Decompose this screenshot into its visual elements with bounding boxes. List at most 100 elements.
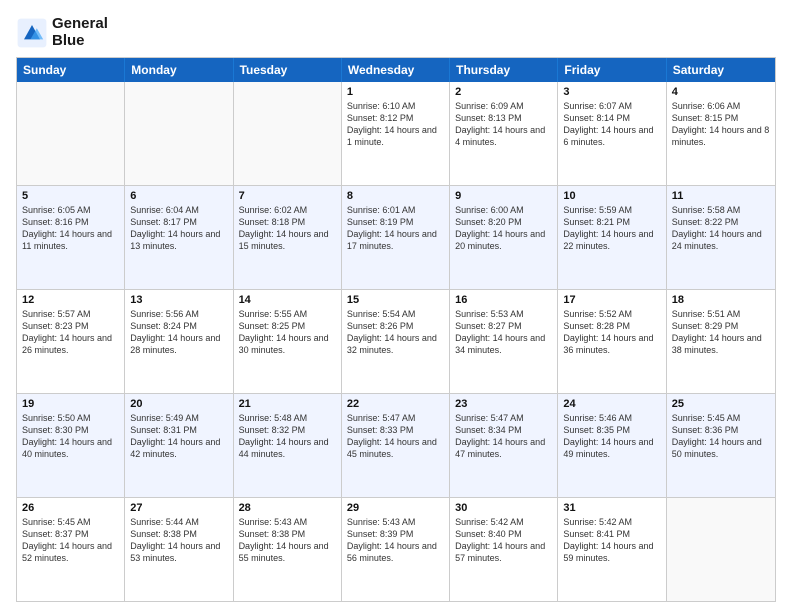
day-number: 31 (563, 502, 660, 514)
day-info: Sunrise: 5:45 AM Sunset: 8:37 PM Dayligh… (22, 516, 119, 565)
day-cell-6: 6Sunrise: 6:04 AM Sunset: 8:17 PM Daylig… (125, 186, 233, 289)
weekday-header-saturday: Saturday (667, 58, 775, 82)
day-number: 14 (239, 294, 336, 306)
day-number: 11 (672, 190, 770, 202)
day-number: 12 (22, 294, 119, 306)
day-info: Sunrise: 6:06 AM Sunset: 8:15 PM Dayligh… (672, 100, 770, 149)
calendar-row-4: 26 Sunrise: 5:45 AM Sunset: 8:37 PM Dayli… (17, 498, 775, 601)
weekday-header-thursday: Thursday (450, 58, 558, 82)
day-info: Sunrise: 5:42 AM Sunset: 8:40 PM Dayligh… (455, 516, 552, 565)
day-cell-19: 19 Sunrise: 5:50 AM Sunset: 8:30 PM Dayli… (17, 394, 125, 497)
day-number: 30 (455, 502, 552, 514)
empty-cell-0-0 (17, 82, 125, 185)
day-cell-18: 18 Sunrise: 5:51 AM Sunset: 8:29 PM Dayli… (667, 290, 775, 393)
day-info: Sunrise: 5:49 AM Sunset: 8:31 PM Dayligh… (130, 412, 227, 461)
day-info: Sunrise: 5:57 AM Sunset: 8:23 PM Dayligh… (22, 308, 119, 357)
day-cell-1: 1Sunrise: 6:10 AM Sunset: 8:12 PM Daylig… (342, 82, 450, 185)
day-cell-21: 21 Sunrise: 5:48 AM Sunset: 8:32 PM Dayli… (234, 394, 342, 497)
weekday-header-tuesday: Tuesday (234, 58, 342, 82)
day-info: Sunrise: 5:46 AM Sunset: 8:35 PM Dayligh… (563, 412, 660, 461)
page-header: GeneralBlue (16, 16, 776, 49)
day-number: 16 (455, 294, 552, 306)
weekday-header-friday: Friday (558, 58, 666, 82)
day-info: Sunrise: 5:47 AM Sunset: 8:33 PM Dayligh… (347, 412, 444, 461)
day-cell-24: 24 Sunrise: 5:46 AM Sunset: 8:35 PM Dayli… (558, 394, 666, 497)
day-info: Sunrise: 5:58 AM Sunset: 8:22 PM Dayligh… (672, 204, 770, 253)
day-info: Sunrise: 5:43 AM Sunset: 8:38 PM Dayligh… (239, 516, 336, 565)
day-cell-16: 16Sunrise: 5:53 AM Sunset: 8:27 PM Dayli… (450, 290, 558, 393)
day-number: 23 (455, 398, 552, 410)
day-info: Sunrise: 6:05 AM Sunset: 8:16 PM Dayligh… (22, 204, 119, 253)
weekday-header-wednesday: Wednesday (342, 58, 450, 82)
day-cell-11: 11 Sunrise: 5:58 AM Sunset: 8:22 PM Dayli… (667, 186, 775, 289)
day-info: Sunrise: 6:00 AM Sunset: 8:20 PM Dayligh… (455, 204, 552, 253)
day-info: Sunrise: 5:50 AM Sunset: 8:30 PM Dayligh… (22, 412, 119, 461)
day-cell-25: 25Sunrise: 5:45 AM Sunset: 8:36 PM Dayli… (667, 394, 775, 497)
empty-cell-0-2 (234, 82, 342, 185)
day-number: 19 (22, 398, 119, 410)
day-number: 15 (347, 294, 444, 306)
day-info: Sunrise: 5:44 AM Sunset: 8:38 PM Dayligh… (130, 516, 227, 565)
day-info: Sunrise: 5:54 AM Sunset: 8:26 PM Dayligh… (347, 308, 444, 357)
day-cell-10: 10 Sunrise: 5:59 AM Sunset: 8:21 PM Dayli… (558, 186, 666, 289)
day-info: Sunrise: 5:47 AM Sunset: 8:34 PM Dayligh… (455, 412, 552, 461)
calendar-body: 1Sunrise: 6:10 AM Sunset: 8:12 PM Daylig… (17, 82, 775, 601)
day-cell-23: 23 Sunrise: 5:47 AM Sunset: 8:34 PM Dayli… (450, 394, 558, 497)
day-cell-9: 9 Sunrise: 6:00 AM Sunset: 8:20 PM Daylig… (450, 186, 558, 289)
day-cell-17: 17 Sunrise: 5:52 AM Sunset: 8:28 PM Dayli… (558, 290, 666, 393)
day-cell-22: 22 Sunrise: 5:47 AM Sunset: 8:33 PM Dayli… (342, 394, 450, 497)
day-cell-12: 12 Sunrise: 5:57 AM Sunset: 8:23 PM Dayli… (17, 290, 125, 393)
day-info: Sunrise: 5:52 AM Sunset: 8:28 PM Dayligh… (563, 308, 660, 357)
weekday-header-sunday: Sunday (17, 58, 125, 82)
day-number: 21 (239, 398, 336, 410)
day-info: Sunrise: 6:10 AM Sunset: 8:12 PM Dayligh… (347, 100, 444, 149)
day-info: Sunrise: 5:55 AM Sunset: 8:25 PM Dayligh… (239, 308, 336, 357)
day-cell-3: 3 Sunrise: 6:07 AM Sunset: 8:14 PM Daylig… (558, 82, 666, 185)
weekday-header-monday: Monday (125, 58, 233, 82)
day-number: 3 (563, 86, 660, 98)
day-cell-28: 28 Sunrise: 5:43 AM Sunset: 8:38 PM Dayli… (234, 498, 342, 601)
day-number: 10 (563, 190, 660, 202)
day-number: 17 (563, 294, 660, 306)
day-number: 2 (455, 86, 552, 98)
logo-text: GeneralBlue (52, 16, 108, 49)
day-number: 24 (563, 398, 660, 410)
day-number: 27 (130, 502, 227, 514)
day-info: Sunrise: 5:42 AM Sunset: 8:41 PM Dayligh… (563, 516, 660, 565)
day-info: Sunrise: 6:02 AM Sunset: 8:18 PM Dayligh… (239, 204, 336, 253)
empty-cell-4-6 (667, 498, 775, 601)
day-number: 18 (672, 294, 770, 306)
day-cell-7: 7 Sunrise: 6:02 AM Sunset: 8:18 PM Daylig… (234, 186, 342, 289)
calendar-row-0: 1Sunrise: 6:10 AM Sunset: 8:12 PM Daylig… (17, 82, 775, 186)
day-info: Sunrise: 6:01 AM Sunset: 8:19 PM Dayligh… (347, 204, 444, 253)
day-cell-8: 8 Sunrise: 6:01 AM Sunset: 8:19 PM Daylig… (342, 186, 450, 289)
day-number: 13 (130, 294, 227, 306)
day-cell-14: 14 Sunrise: 5:55 AM Sunset: 8:25 PM Dayli… (234, 290, 342, 393)
day-info: Sunrise: 5:45 AM Sunset: 8:36 PM Dayligh… (672, 412, 770, 461)
day-info: Sunrise: 6:09 AM Sunset: 8:13 PM Dayligh… (455, 100, 552, 149)
day-cell-29: 29 Sunrise: 5:43 AM Sunset: 8:39 PM Dayli… (342, 498, 450, 601)
day-cell-27: 27 Sunrise: 5:44 AM Sunset: 8:38 PM Dayli… (125, 498, 233, 601)
day-info: Sunrise: 5:51 AM Sunset: 8:29 PM Dayligh… (672, 308, 770, 357)
day-number: 22 (347, 398, 444, 410)
day-number: 26 (22, 502, 119, 514)
calendar-row-1: 5 Sunrise: 6:05 AM Sunset: 8:16 PM Daylig… (17, 186, 775, 290)
day-number: 29 (347, 502, 444, 514)
day-cell-15: 15 Sunrise: 5:54 AM Sunset: 8:26 PM Dayli… (342, 290, 450, 393)
day-info: Sunrise: 5:43 AM Sunset: 8:39 PM Dayligh… (347, 516, 444, 565)
day-info: Sunrise: 5:56 AM Sunset: 8:24 PM Dayligh… (130, 308, 227, 357)
calendar: SundayMondayTuesdayWednesdayThursdayFrid… (16, 57, 776, 602)
day-number: 8 (347, 190, 444, 202)
day-info: Sunrise: 5:48 AM Sunset: 8:32 PM Dayligh… (239, 412, 336, 461)
day-number: 6 (130, 190, 227, 202)
day-number: 7 (239, 190, 336, 202)
day-cell-20: 20Sunrise: 5:49 AM Sunset: 8:31 PM Dayli… (125, 394, 233, 497)
day-info: Sunrise: 6:07 AM Sunset: 8:14 PM Dayligh… (563, 100, 660, 149)
day-cell-31: 31 Sunrise: 5:42 AM Sunset: 8:41 PM Dayli… (558, 498, 666, 601)
day-number: 5 (22, 190, 119, 202)
day-number: 9 (455, 190, 552, 202)
day-cell-26: 26 Sunrise: 5:45 AM Sunset: 8:37 PM Dayli… (17, 498, 125, 601)
day-number: 28 (239, 502, 336, 514)
day-info: Sunrise: 5:59 AM Sunset: 8:21 PM Dayligh… (563, 204, 660, 253)
day-cell-30: 30 Sunrise: 5:42 AM Sunset: 8:40 PM Dayli… (450, 498, 558, 601)
